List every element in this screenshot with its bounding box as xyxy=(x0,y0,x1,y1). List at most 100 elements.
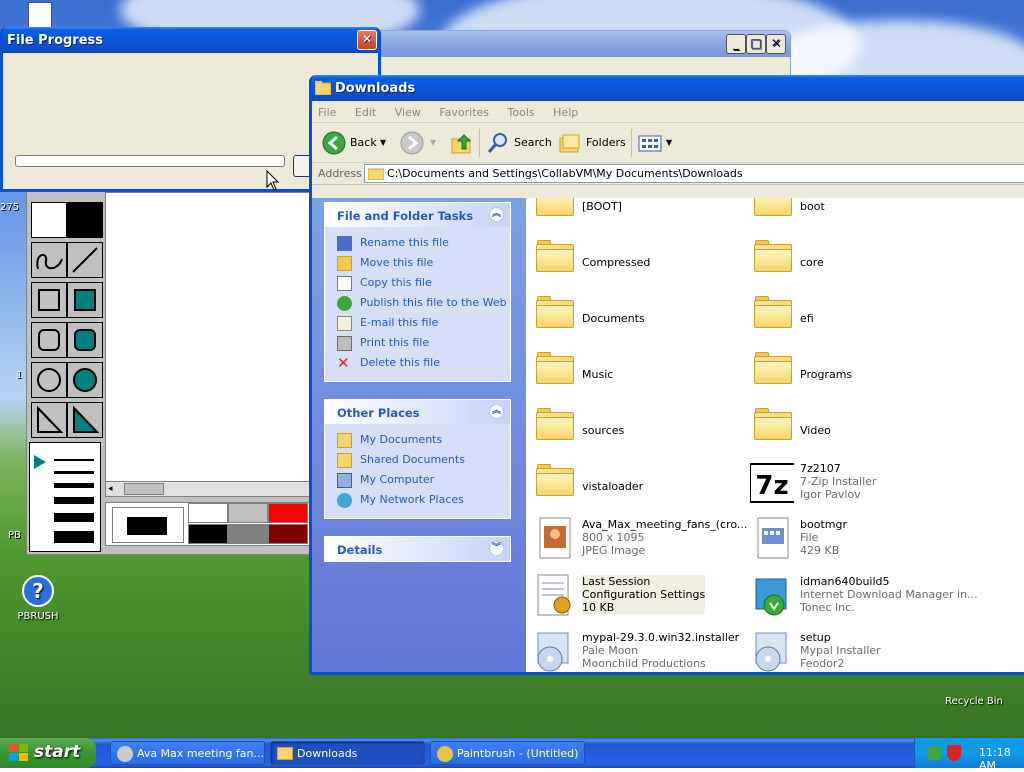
folder-icon xyxy=(754,352,792,384)
email-file-link[interactable]: E-mail this file xyxy=(325,313,510,333)
drawing-canvas[interactable] xyxy=(105,192,315,482)
inactive-window[interactable]: _ □ ✕ xyxy=(374,30,791,80)
rename-icon xyxy=(337,236,352,251)
curve-tool[interactable] xyxy=(31,242,67,278)
file-item[interactable]: mypal-29.3.0.win32.installer Pale Moon Moo… xyxy=(532,627,742,672)
task-downloads[interactable]: Downloads xyxy=(270,741,425,765)
rename-file-link[interactable]: Rename this file xyxy=(325,233,510,253)
polygon-tool[interactable] xyxy=(31,402,67,438)
menu-tools[interactable]: Tools xyxy=(508,106,535,119)
file-item[interactable]: Programs xyxy=(750,346,960,398)
filled-ellipse-tool[interactable] xyxy=(67,362,103,398)
menu-file[interactable]: File xyxy=(318,106,336,119)
desktop-file-icon[interactable] xyxy=(28,2,52,28)
folders-button[interactable]: Folders xyxy=(558,131,626,155)
scroll-left-icon[interactable]: ◂ xyxy=(108,483,120,495)
file-item[interactable]: boot xyxy=(750,198,960,230)
file-item[interactable]: Last Session Configuration Settings 10 KB xyxy=(532,571,742,623)
inactive-titlebar[interactable]: _ □ ✕ xyxy=(375,31,790,57)
color-swatch[interactable] xyxy=(268,524,308,544)
file-item[interactable]: Music xyxy=(532,346,742,398)
menu-view[interactable]: View xyxy=(395,106,421,119)
security-shield-icon[interactable] xyxy=(947,745,961,761)
task-paintbrush[interactable]: Paintbrush - (Untitled) xyxy=(430,741,585,765)
up-folder-button[interactable] xyxy=(450,131,474,155)
delete-file-link[interactable]: ✕ Delete this file xyxy=(325,353,510,373)
menu-favorites[interactable]: Favorites xyxy=(439,106,489,119)
horizontal-scrollbar[interactable]: ◂ xyxy=(105,481,315,497)
address-field[interactable]: C:\Documents and Settings\CollabVM\My Do… xyxy=(364,164,1024,183)
my-documents-link[interactable]: My Documents xyxy=(325,430,510,450)
close-button[interactable]: ✕ xyxy=(766,34,786,54)
dropdown-arrow-icon[interactable]: ▼ xyxy=(430,131,436,155)
my-network-places-link[interactable]: My Network Places xyxy=(325,490,510,510)
other-places-header[interactable]: Other Places ︽ xyxy=(325,400,510,424)
ellipse-tool[interactable] xyxy=(31,362,67,398)
color-swatch[interactable] xyxy=(268,503,308,523)
file-folder-tasks-header[interactable]: File and Folder Tasks ︽ xyxy=(325,203,510,227)
line-width-selector[interactable] xyxy=(29,442,101,552)
clock[interactable]: 11:18 AM xyxy=(979,746,1011,772)
back-button[interactable]: Back ▼ xyxy=(322,131,388,155)
explorer-window[interactable]: Downloads File Edit View Favorites Tools… xyxy=(309,75,1024,675)
publish-file-link[interactable]: Publish this file to the Web xyxy=(325,293,510,313)
file-item[interactable]: Video xyxy=(750,402,960,454)
file-item[interactable]: Compressed xyxy=(532,234,742,286)
collapse-chevron-icon[interactable]: ︽ xyxy=(489,404,504,419)
file-progress-titlebar[interactable]: File Progress ✕ xyxy=(3,27,378,53)
dropdown-arrow-icon[interactable]: ▼ xyxy=(666,131,672,155)
maximize-button[interactable]: □ xyxy=(746,34,766,54)
rectangle-tool[interactable] xyxy=(31,282,67,318)
rounded-rect-tool[interactable] xyxy=(31,322,67,358)
color-swatch[interactable] xyxy=(228,503,268,523)
file-item[interactable]: Documents xyxy=(532,290,742,342)
color-swatch[interactable] xyxy=(188,503,228,523)
task-ava-max[interactable]: Ava Max meeting fan... xyxy=(110,741,265,765)
file-item[interactable]: efi xyxy=(750,290,960,342)
recycle-bin-desktop-icon[interactable]: Recycle Bin xyxy=(939,670,1009,707)
file-item[interactable]: bootmgr File 429 KB xyxy=(750,514,960,566)
network-tray-icon[interactable] xyxy=(927,746,941,760)
move-file-link[interactable]: Move this file xyxy=(325,253,510,273)
color-swatch[interactable] xyxy=(188,524,228,544)
paintbrush-window[interactable]: ◂ xyxy=(26,185,316,555)
brush-tool[interactable] xyxy=(31,202,67,238)
details-header[interactable]: Details ︾ xyxy=(325,537,510,561)
copy-file-link[interactable]: Copy this file xyxy=(325,273,510,293)
explorer-titlebar[interactable]: Downloads xyxy=(312,75,1024,101)
filled-rounded-rect-tool[interactable] xyxy=(67,322,103,358)
file-item[interactable]: setup Mypal Installer Feodor2 xyxy=(750,627,960,672)
folder-icon xyxy=(754,408,792,440)
minimize-button[interactable]: _ xyxy=(726,34,746,54)
color-swatch[interactable] xyxy=(228,524,268,544)
forward-button[interactable]: ▼ xyxy=(400,131,440,155)
file-item[interactable]: sources xyxy=(532,402,742,454)
file-icon xyxy=(757,517,789,559)
scroll-thumb[interactable] xyxy=(124,483,164,495)
line-tool[interactable] xyxy=(67,242,103,278)
file-item[interactable]: Ava_Max_meeting_fans_(cro... 800 x 1095 JP… xyxy=(532,514,747,566)
filled-rectangle-tool[interactable] xyxy=(67,282,103,318)
search-button[interactable]: Search xyxy=(486,131,552,155)
file-name: boot xyxy=(800,200,825,213)
shared-documents-link[interactable]: Shared Documents xyxy=(325,450,510,470)
views-button[interactable]: ▼ xyxy=(638,131,674,155)
menu-help[interactable]: Help xyxy=(553,106,578,119)
my-computer-link[interactable]: My Computer xyxy=(325,470,510,490)
print-file-link[interactable]: Print this file xyxy=(325,333,510,353)
file-item[interactable]: idman640build5 Internet Download Manager … xyxy=(750,571,978,623)
dropdown-arrow-icon[interactable]: ▼ xyxy=(380,131,386,155)
computer-icon xyxy=(337,473,352,488)
filled-polygon-tool[interactable] xyxy=(67,402,103,438)
expand-chevron-icon[interactable]: ︾ xyxy=(489,541,504,556)
file-item[interactable]: core xyxy=(750,234,960,286)
paint-bucket-tool[interactable] xyxy=(67,202,103,238)
file-item[interactable]: [BOOT] xyxy=(532,198,742,230)
start-button[interactable]: start xyxy=(0,738,96,768)
file-item[interactable]: vistaloader xyxy=(532,458,742,510)
pbrush-desktop-icon[interactable]: ? PBRUSH xyxy=(3,575,73,622)
close-button[interactable]: ✕ xyxy=(357,30,377,50)
menu-edit[interactable]: Edit xyxy=(355,106,376,119)
file-item[interactable]: 7z 7z2107 7-Zip Installer Igor Pavlov xyxy=(750,458,960,510)
collapse-chevron-icon[interactable]: ︽ xyxy=(489,207,504,222)
